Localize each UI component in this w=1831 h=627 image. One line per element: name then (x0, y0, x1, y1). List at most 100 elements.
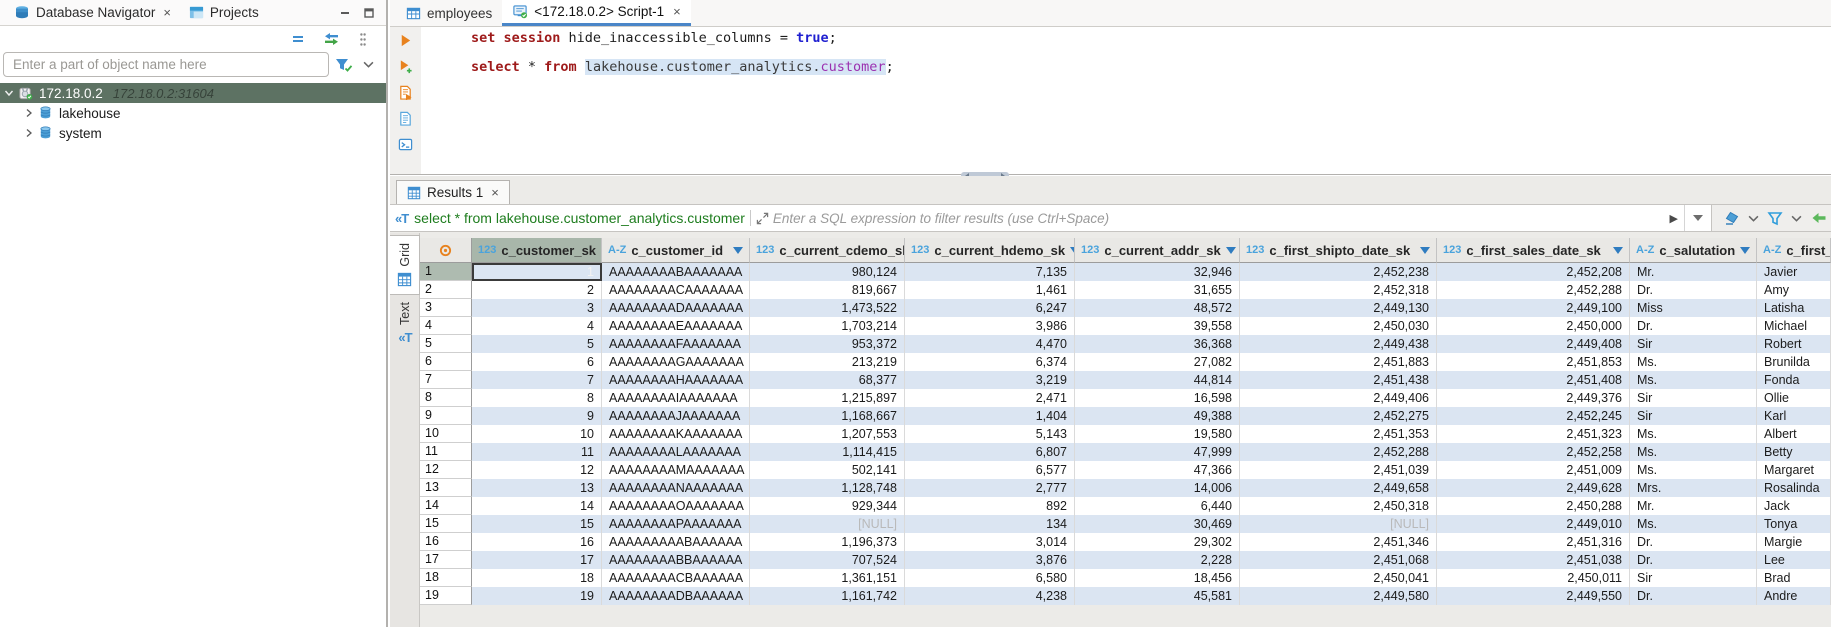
grid-cell[interactable]: 1,114,415 (750, 443, 905, 461)
grid-cell[interactable]: 6,580 (905, 569, 1075, 587)
grid-cell[interactable]: Margaret (1757, 461, 1831, 479)
grid-cell[interactable]: Lee (1757, 551, 1831, 569)
grid-cell[interactable]: 1,461 (905, 281, 1075, 299)
row-number[interactable]: 4 (420, 317, 472, 335)
filter-objects-icon[interactable] (335, 57, 353, 73)
grid-cell[interactable]: 2,452,288 (1437, 281, 1630, 299)
script-blue-icon[interactable] (397, 110, 414, 127)
grid-cell[interactable]: AAAAAAAACAAAAAAA (602, 281, 750, 299)
grid-cell[interactable]: Karl (1757, 407, 1831, 425)
grid-cell[interactable]: AAAAAAAAFAAAAAAA (602, 335, 750, 353)
grid-cell[interactable]: Jack (1757, 497, 1831, 515)
grid-cell[interactable]: Dr. (1630, 317, 1757, 335)
row-number[interactable]: 19 (420, 587, 472, 605)
grid-cell[interactable]: Robert (1757, 335, 1831, 353)
grid-cell[interactable]: 8 (472, 389, 602, 407)
grid-cell[interactable]: 12 (472, 461, 602, 479)
view-tab-text[interactable]: Text«T (390, 295, 420, 352)
grid-cell[interactable]: 19 (472, 587, 602, 605)
grid-cell[interactable]: 2,449,406 (1240, 389, 1437, 407)
grid-cell[interactable]: 2,228 (1075, 551, 1240, 569)
grid-cell[interactable]: 2,451,009 (1437, 461, 1630, 479)
grid-cell[interactable]: 45,581 (1075, 587, 1240, 605)
grid-cell[interactable]: 3,876 (905, 551, 1075, 569)
row-number[interactable]: 2 (420, 281, 472, 299)
grid-cell[interactable]: 953,372 (750, 335, 905, 353)
column-header-c_current_addr_sk[interactable]: 123c_current_addr_sk (1075, 238, 1240, 263)
grid-cell[interactable]: 14 (472, 497, 602, 515)
grid-cell[interactable]: 819,667 (750, 281, 905, 299)
grid-cell[interactable]: 1,215,897 (750, 389, 905, 407)
grid-cell[interactable]: 1,161,742 (750, 587, 905, 605)
column-header-c_current_hdemo_sk[interactable]: 123c_current_hdemo_sk (905, 238, 1075, 263)
grid-cell[interactable]: 5 (472, 335, 602, 353)
row-number[interactable]: 7 (420, 371, 472, 389)
grid-cell[interactable]: Sir (1630, 407, 1757, 425)
grid-cell[interactable]: Rosalinda (1757, 479, 1831, 497)
grid-cell[interactable]: 2,451,353 (1240, 425, 1437, 443)
grid-cell[interactable]: 2,450,030 (1240, 317, 1437, 335)
grid-cell[interactable]: AAAAAAAADAAAAAAA (602, 299, 750, 317)
tree-item-172.18.0.2[interactable]: 172.18.0.2172.18.0.2:31604 (0, 83, 386, 103)
grid-cell[interactable]: AAAAAAAACBAAAAAA (602, 569, 750, 587)
grid-cell[interactable]: 14,006 (1075, 479, 1240, 497)
grid-cell[interactable]: 49,388 (1075, 407, 1240, 425)
column-header-c_customer_sk[interactable]: 123c_customer_sk (472, 238, 602, 263)
sort-dropdown-icon[interactable] (1613, 247, 1623, 254)
column-header-c_current_cdemo_sk[interactable]: 123c_current_cdemo_sk (750, 238, 905, 263)
view-tab-grid[interactable]: Grid (390, 235, 420, 295)
row-number[interactable]: 11 (420, 443, 472, 461)
grid-cell[interactable]: Ms. (1630, 461, 1757, 479)
grid-cell[interactable]: AAAAAAAAGAAAAAAA (602, 353, 750, 371)
grid-cell[interactable]: 2,450,011 (1437, 569, 1630, 587)
grid-cell[interactable]: 4,470 (905, 335, 1075, 353)
maximize-icon[interactable] (362, 6, 376, 20)
grid-cell[interactable]: Sir (1630, 569, 1757, 587)
terminal-icon[interactable] (397, 136, 414, 153)
grid-cell[interactable]: 707,524 (750, 551, 905, 569)
collapse-chevron-icon[interactable] (23, 108, 35, 118)
grid-cell[interactable]: 3,986 (905, 317, 1075, 335)
grid-cell[interactable]: 19,580 (1075, 425, 1240, 443)
collapse-all-icon[interactable] (290, 31, 308, 47)
tab-results-1[interactable]: Results 1 × (396, 180, 510, 204)
grid-cell[interactable]: Ms. (1630, 443, 1757, 461)
grid-cell[interactable]: AAAAAAAAIAAAAAAA (602, 389, 750, 407)
chevron-down-icon[interactable] (359, 57, 377, 73)
grid-cell[interactable]: 5,143 (905, 425, 1075, 443)
grid-cell[interactable]: 1,196,373 (750, 533, 905, 551)
execute-statement-icon[interactable] (397, 32, 414, 49)
grid-cell[interactable]: 2,449,408 (1437, 335, 1630, 353)
grid-cell[interactable]: 2,471 (905, 389, 1075, 407)
grid-cell[interactable]: 1,207,553 (750, 425, 905, 443)
grid-cell[interactable]: 6,807 (905, 443, 1075, 461)
grid-cell[interactable]: 6 (472, 353, 602, 371)
column-header-c_first_sales_date_sk[interactable]: 123c_first_sales_date_sk (1437, 238, 1630, 263)
row-number[interactable]: 13 (420, 479, 472, 497)
grid-cell[interactable]: 2,777 (905, 479, 1075, 497)
filter-history-dropdown[interactable] (1684, 205, 1711, 231)
column-header-c_salutation[interactable]: A-Zc_salutation (1630, 238, 1757, 263)
grid-cell[interactable]: 2,451,323 (1437, 425, 1630, 443)
expand-chevron-icon[interactable] (3, 89, 15, 97)
grid-cell[interactable]: 47,366 (1075, 461, 1240, 479)
grid-cell[interactable]: 2,449,376 (1437, 389, 1630, 407)
grid-cell[interactable]: Javier (1757, 263, 1831, 281)
grid-cell[interactable]: Sir (1630, 335, 1757, 353)
grid-cell[interactable]: Miss (1630, 299, 1757, 317)
chevron-down-icon[interactable] (1748, 215, 1759, 222)
grid-cell[interactable]: 2,451,408 (1437, 371, 1630, 389)
grid-cell[interactable]: 2,451,068 (1240, 551, 1437, 569)
grid-cell[interactable]: 6,247 (905, 299, 1075, 317)
execute-in-new-tab-icon[interactable] (397, 58, 414, 75)
grid-cell[interactable]: 2,452,208 (1437, 263, 1630, 281)
grid-cell[interactable]: Tonya (1757, 515, 1831, 533)
row-number[interactable]: 3 (420, 299, 472, 317)
grid-cell[interactable]: Betty (1757, 443, 1831, 461)
grid-cell[interactable]: 9 (472, 407, 602, 425)
grid-cell[interactable]: 16,598 (1075, 389, 1240, 407)
grid-cell[interactable]: Latisha (1757, 299, 1831, 317)
grid-cell[interactable]: AAAAAAAAMAAAAAAA (602, 461, 750, 479)
row-number[interactable]: 18 (420, 569, 472, 587)
grid-cell[interactable]: AAAAAAAAABAAAAAA (602, 533, 750, 551)
